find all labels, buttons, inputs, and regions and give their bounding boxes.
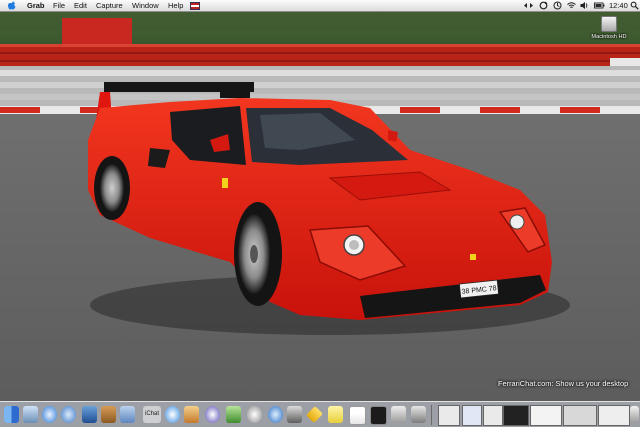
minimized-window-4[interactable] [503,405,529,426]
keychain-icon[interactable] [287,406,302,423]
sherlock-icon[interactable] [101,406,116,423]
menu-clock[interactable]: 12:40 [609,0,628,11]
apple-icon[interactable] [8,1,16,10]
finder-icon[interactable] [4,406,19,423]
wifi-icon[interactable] [567,1,576,10]
dock: iChat [0,401,640,427]
volume-icon[interactable] [580,1,589,10]
front-wheel [234,202,282,306]
ferrari-badge-icon [222,178,228,188]
spotlight-icon[interactable] [630,1,639,10]
sync-icon[interactable] [539,1,548,10]
mail-icon[interactable] [61,406,76,423]
drive-label: Macintosh HD [591,34,627,40]
wallpaper-caption: FerrariChat.com: Show us your desktop [498,379,629,388]
dvd-icon[interactable] [247,406,262,423]
minimized-window-5[interactable] [530,405,562,426]
itunes-icon[interactable] [165,406,180,423]
menu-app-name[interactable]: Grab [27,0,45,11]
dock-separator [431,405,432,425]
calendar-icon[interactable] [349,406,366,425]
iphoto-icon[interactable] [184,406,199,423]
menu-window[interactable]: Window [132,0,159,11]
arrows-icon[interactable] [524,1,533,10]
minimized-window-3[interactable] [483,405,503,426]
minimized-window-7[interactable] [598,405,630,426]
minimized-window-2[interactable] [462,405,482,426]
desktop-screen: 38 PMC 78 Grab File Edit Capture Window … [0,0,640,427]
preview-icon[interactable] [23,406,38,423]
desktop-drive-item[interactable]: Macintosh HD [586,16,632,40]
notes-icon[interactable] [328,406,343,423]
minimized-window-1[interactable] [438,405,460,426]
menu-bar: Grab File Edit Capture Window Help 12:40 [0,0,640,12]
garageband-icon[interactable] [226,406,241,423]
system-prefs-icon[interactable] [411,406,426,423]
folder-icon[interactable] [120,406,135,423]
menu-edit[interactable]: Edit [74,0,87,11]
grab-icon[interactable] [391,406,406,423]
warning-icon[interactable] [306,406,323,423]
imovie-icon[interactable] [205,406,220,423]
rear-wheel [94,156,130,220]
terminal-icon[interactable] [370,406,387,425]
wallpaper-ferrari-f40: 38 PMC 78 [0,0,640,427]
address-icon[interactable] [82,406,97,423]
sync-dock-icon[interactable] [268,406,283,423]
menu-help[interactable]: Help [168,0,183,11]
minimized-window-6[interactable] [563,405,597,426]
flag-icon[interactable] [190,2,200,10]
ichat-icon[interactable]: iChat [143,406,161,423]
hard-drive-icon [601,16,617,32]
menu-capture[interactable]: Capture [96,0,123,11]
safari-icon[interactable] [42,406,57,423]
menu-file[interactable]: File [53,0,65,11]
battery-icon[interactable] [594,1,605,10]
trash-icon[interactable] [630,406,639,423]
timer-icon[interactable] [553,1,562,10]
